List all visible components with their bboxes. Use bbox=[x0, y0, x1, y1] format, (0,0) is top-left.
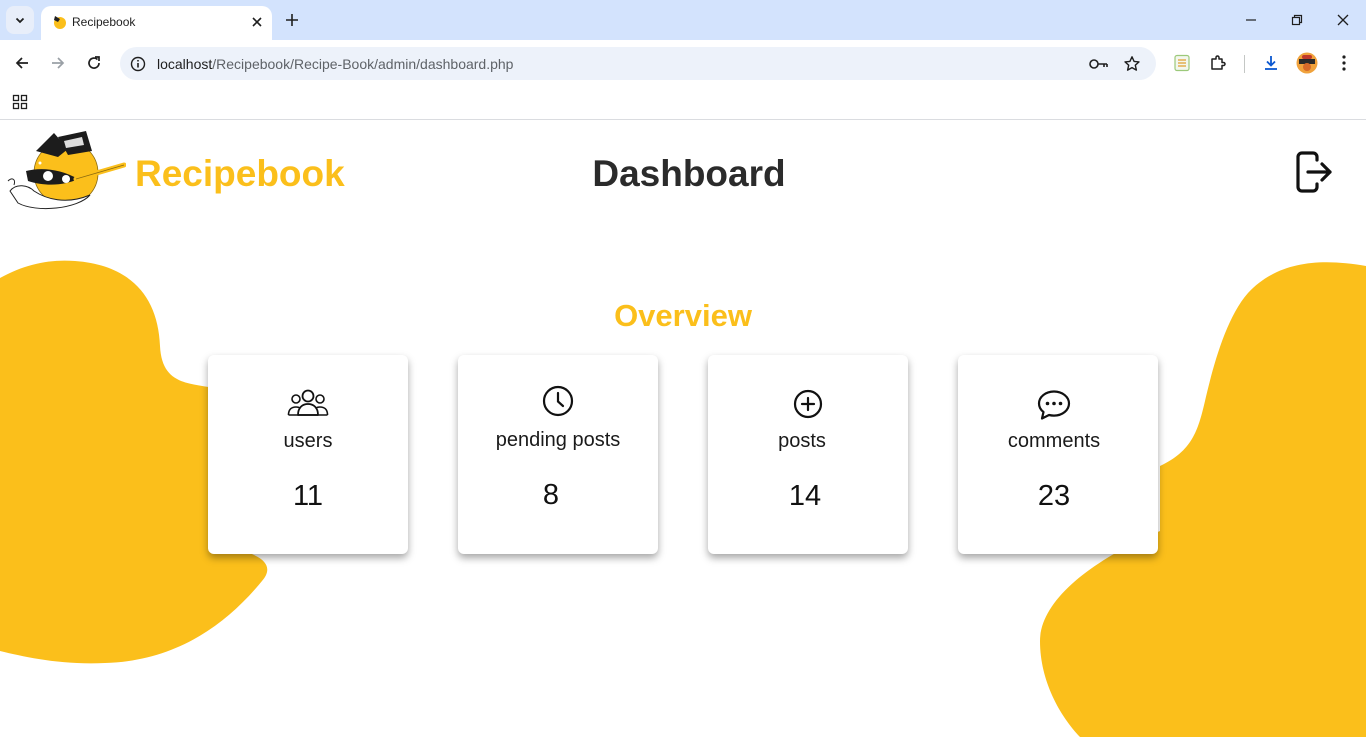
card-value: 11 bbox=[292, 480, 324, 512]
profile-avatar[interactable] bbox=[1295, 51, 1319, 75]
overview-heading: Overview bbox=[614, 298, 752, 333]
back-button[interactable] bbox=[8, 49, 36, 77]
apps-grid-icon[interactable] bbox=[10, 92, 30, 112]
minimize-icon bbox=[1246, 19, 1256, 21]
forward-button[interactable] bbox=[44, 49, 72, 77]
plus-circle-icon bbox=[793, 389, 823, 419]
extensions-puzzle-icon[interactable] bbox=[1206, 51, 1230, 75]
card-label: posts bbox=[778, 430, 826, 452]
posts-card[interactable]: posts 14 bbox=[708, 355, 908, 554]
browser-toolbar: localhost/Recipebook/Recipe-Book/admin/d… bbox=[0, 40, 1366, 86]
arrow-left-icon bbox=[15, 57, 28, 69]
comments-card[interactable]: comments 23 bbox=[958, 355, 1158, 554]
restore-icon bbox=[1291, 14, 1303, 26]
tab-search-button[interactable] bbox=[6, 6, 34, 34]
chat-bubble-icon bbox=[1037, 390, 1071, 420]
card-label: users bbox=[283, 430, 333, 452]
close-window-button[interactable] bbox=[1320, 6, 1366, 34]
users-card[interactable]: users 11 bbox=[208, 355, 408, 554]
bookmark-star-icon[interactable] bbox=[1122, 54, 1142, 74]
browser-tab[interactable]: Recipebook bbox=[41, 6, 272, 40]
reload-button[interactable] bbox=[80, 49, 108, 77]
recipebook-favicon-icon bbox=[54, 16, 66, 29]
url-text[interactable]: localhost/Recipebook/Recipe-Book/admin/d… bbox=[157, 56, 513, 72]
tab-title: Recipebook bbox=[72, 15, 136, 29]
new-tab-button[interactable] bbox=[280, 8, 304, 32]
sheets-extension-icon[interactable] bbox=[1170, 51, 1194, 75]
logout-button[interactable] bbox=[1295, 151, 1333, 193]
card-label: comments bbox=[1007, 430, 1101, 452]
card-value: 8 bbox=[542, 479, 560, 511]
clock-icon bbox=[542, 385, 574, 417]
card-value: 14 bbox=[788, 480, 822, 512]
browser-tab-strip: Recipebook bbox=[0, 0, 1366, 40]
browser-menu-icon[interactable] bbox=[1332, 51, 1356, 75]
password-key-icon[interactable] bbox=[1089, 54, 1109, 74]
downloads-icon[interactable] bbox=[1259, 51, 1283, 75]
chevron-down-icon bbox=[15, 17, 25, 24]
site-info-icon[interactable] bbox=[128, 54, 148, 74]
bookmarks-bar bbox=[0, 86, 1366, 120]
url-host: localhost bbox=[157, 56, 213, 72]
pending-posts-card[interactable]: pending posts 8 bbox=[458, 355, 658, 554]
toolbar-separator bbox=[1244, 55, 1245, 73]
card-label: pending posts bbox=[495, 429, 621, 451]
logout-icon bbox=[1296, 151, 1332, 193]
address-bar[interactable]: localhost/Recipebook/Recipe-Book/admin/d… bbox=[120, 47, 1156, 80]
close-icon bbox=[1337, 14, 1349, 26]
dashboard-page: Recipebook Dashboard Overview users 11 p… bbox=[0, 121, 1366, 737]
page-title: Dashboard bbox=[592, 153, 786, 194]
reload-icon bbox=[88, 56, 100, 69]
minimize-button[interactable] bbox=[1228, 6, 1274, 34]
restore-button[interactable] bbox=[1274, 6, 1320, 34]
arrow-right-icon bbox=[52, 57, 65, 69]
card-value: 23 bbox=[1037, 480, 1071, 512]
url-path: /Recipebook/Recipe-Book/admin/dashboard.… bbox=[212, 56, 514, 72]
users-icon bbox=[287, 389, 329, 416]
tab-close-icon[interactable] bbox=[248, 13, 266, 31]
plus-icon bbox=[286, 14, 298, 26]
decorative-blobs bbox=[0, 260, 1366, 737]
